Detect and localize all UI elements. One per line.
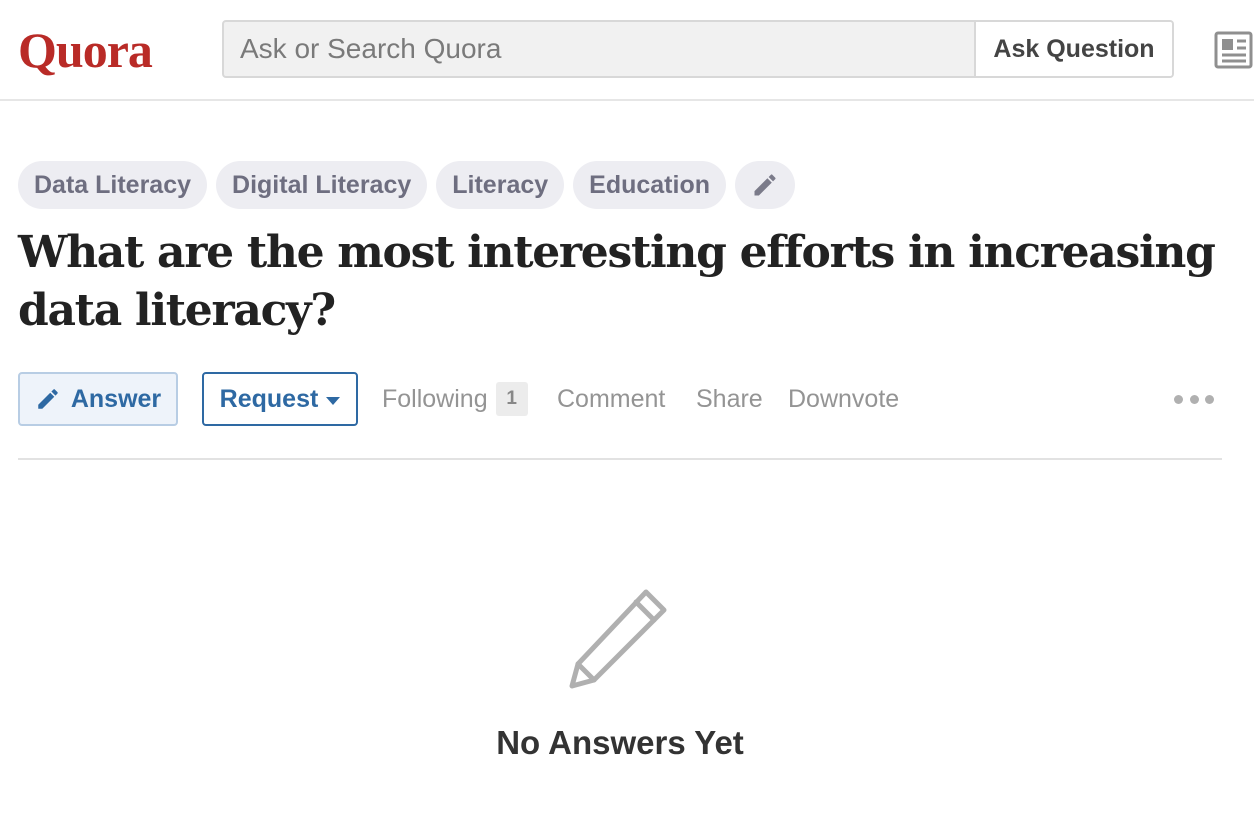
pencil-icon <box>569 589 667 689</box>
empty-state-message: No Answers Yet <box>496 724 744 761</box>
edit-topics-button[interactable] <box>735 161 795 209</box>
request-button-label: Request <box>219 384 319 413</box>
answer-button-label: Answer <box>70 384 162 413</box>
following-count-badge: 1 <box>495 382 528 416</box>
topic-tags: Data Literacy Digital Literacy Literacy … <box>18 161 795 209</box>
following-label: Following <box>382 384 488 413</box>
top-header: Quora Ask Question <box>0 0 1254 101</box>
news-feed-icon[interactable] <box>1214 30 1254 70</box>
ellipsis-icon[interactable] <box>1174 390 1214 408</box>
search-input[interactable] <box>224 22 976 76</box>
topic-tag-literacy[interactable]: Literacy <box>436 161 565 209</box>
ask-question-button[interactable]: Ask Question <box>974 22 1172 76</box>
ellipsis-dot <box>1205 394 1214 404</box>
ellipsis-dot <box>1189 394 1199 404</box>
question-action-bar: Answer Request Following 1 Comment Share… <box>18 372 1222 426</box>
topic-tag-data-literacy[interactable]: Data Literacy <box>18 161 208 209</box>
following-button[interactable]: Following 1 <box>382 372 528 426</box>
question-title: What are the most interesting efforts in… <box>18 227 1216 336</box>
ellipsis-dot <box>1174 394 1183 404</box>
section-divider <box>18 458 1222 460</box>
pencil-icon <box>38 389 58 409</box>
share-link[interactable]: Share <box>696 372 763 426</box>
request-button[interactable]: Request <box>202 372 358 426</box>
caret-down-icon <box>326 396 341 405</box>
comment-link[interactable]: Comment <box>557 372 665 426</box>
search-bar: Ask Question <box>222 20 1174 78</box>
downvote-link[interactable]: Downvote <box>788 372 899 426</box>
pencil-icon <box>754 174 776 196</box>
topic-tag-education[interactable]: Education <box>573 161 726 209</box>
quora-logo[interactable]: Quora <box>18 20 153 80</box>
topic-tag-digital-literacy[interactable]: Digital Literacy <box>216 161 428 209</box>
answer-button[interactable]: Answer <box>18 372 178 426</box>
